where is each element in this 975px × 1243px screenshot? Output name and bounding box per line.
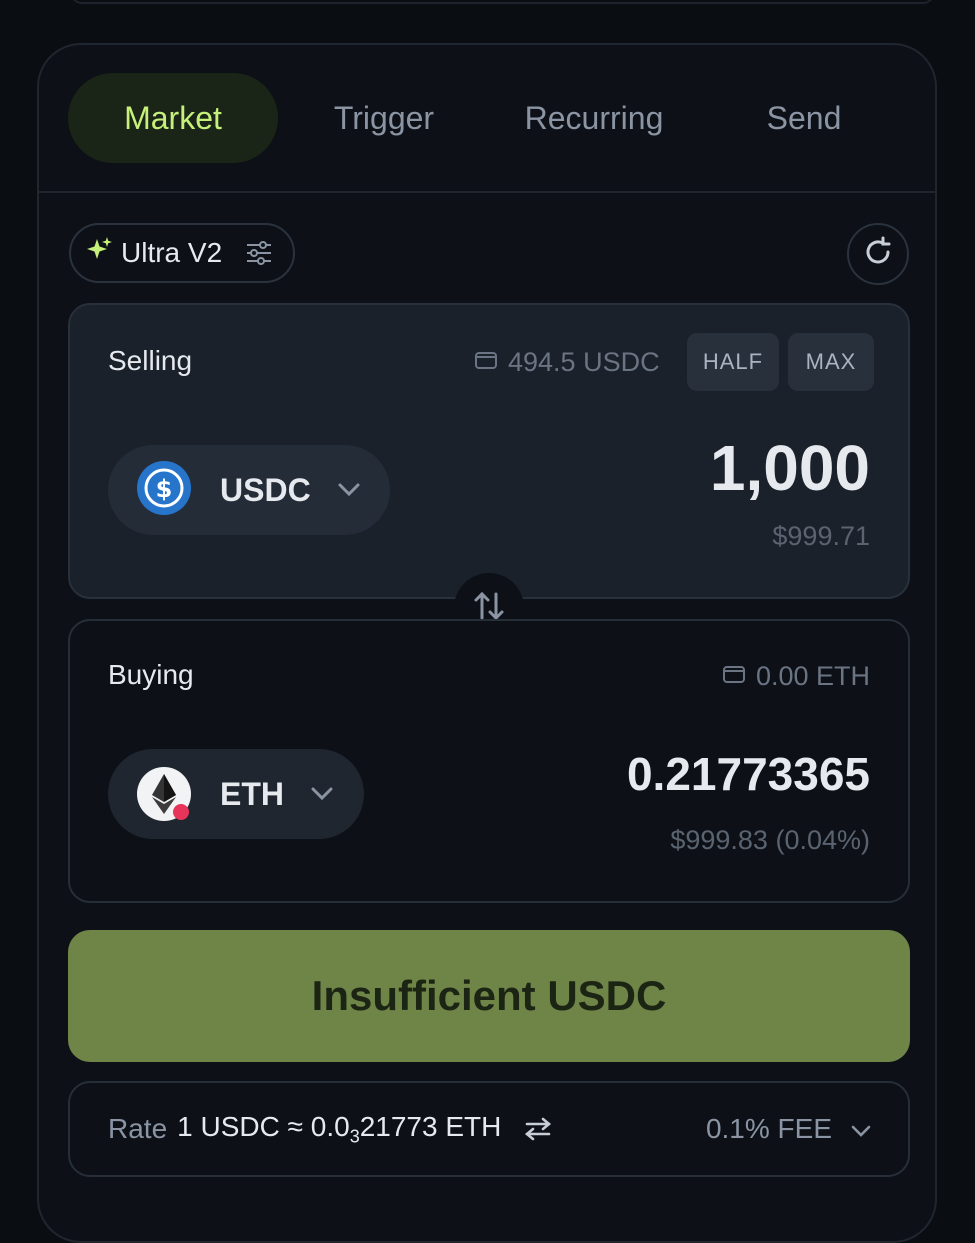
usdc-logo-icon: $ — [136, 460, 192, 521]
eth-logo-icon — [136, 766, 192, 822]
sparkle-icon — [87, 236, 113, 270]
tab-market[interactable]: Market — [68, 73, 278, 163]
rate-bar: Rate 1 USDC ≈ 0.0321773 ETH 0.1% FEE — [68, 1081, 910, 1177]
max-button[interactable]: MAX — [788, 333, 874, 391]
rate-label: Rate — [108, 1113, 168, 1144]
fee-label: 0.1% FEE — [705, 1113, 832, 1144]
tab-recurring[interactable]: Recurring — [499, 73, 689, 163]
selling-label: Selling — [108, 345, 193, 376]
fee-dropdown[interactable]: 0.1% FEE — [706, 1083, 872, 1175]
rate-invert-icon[interactable] — [523, 1116, 553, 1142]
refresh-icon — [861, 235, 895, 274]
buying-balance: 0.00 ETH — [722, 661, 870, 692]
svg-text:$: $ — [156, 475, 173, 503]
selling-card: Selling 494.5 USDC HALF MAX $ USDC 1,000… — [68, 303, 910, 599]
rate-value: 1 USDC ≈ 0.0321773 ETH — [177, 1110, 502, 1147]
buying-usd-line: $999.83 (0.04%) — [670, 825, 870, 856]
price-impact: (0.04%) — [775, 825, 870, 855]
insufficient-balance-button[interactable]: Insufficient USDC — [68, 930, 910, 1062]
selling-balance-value: 494.5 USDC — [508, 347, 660, 377]
buying-amount: 0.21773365 — [626, 748, 870, 800]
tab-send[interactable]: Send — [709, 73, 899, 163]
order-type-tabs: Market Trigger Recurring Send — [39, 45, 935, 193]
selling-amount[interactable]: 1,000 — [710, 431, 870, 505]
tab-trigger[interactable]: Trigger — [289, 73, 479, 163]
wallet-icon — [474, 347, 498, 378]
router-settings-button[interactable]: Ultra V2 — [69, 223, 295, 283]
buying-token-name: ETH — [220, 775, 284, 812]
chevron-down-icon — [310, 786, 334, 802]
half-button[interactable]: HALF — [687, 333, 779, 391]
router-label: Ultra V2 — [121, 237, 223, 268]
chevron-down-icon — [850, 1113, 872, 1145]
sliders-icon — [244, 238, 274, 268]
previous-panel-edge — [70, 0, 935, 4]
selling-balance: 494.5 USDC — [474, 347, 660, 378]
buying-token-selector[interactable]: ETH — [108, 749, 364, 839]
selling-token-selector[interactable]: $ USDC — [108, 445, 390, 535]
buying-usd-value: $999.83 — [670, 825, 768, 855]
buying-card: Buying 0.00 ETH ETH 0.21773365 $999.83 (… — [68, 619, 910, 903]
buying-balance-value: 0.00 ETH — [755, 661, 870, 691]
selling-usd-value: $999.71 — [772, 521, 870, 551]
chevron-down-icon — [337, 482, 361, 498]
swap-panel: Market Trigger Recurring Send Ultra V2 S… — [37, 43, 937, 1243]
wallet-icon — [722, 661, 746, 692]
buying-label: Buying — [108, 659, 194, 690]
refresh-button[interactable] — [847, 223, 909, 285]
selling-token-name: USDC — [220, 471, 311, 508]
